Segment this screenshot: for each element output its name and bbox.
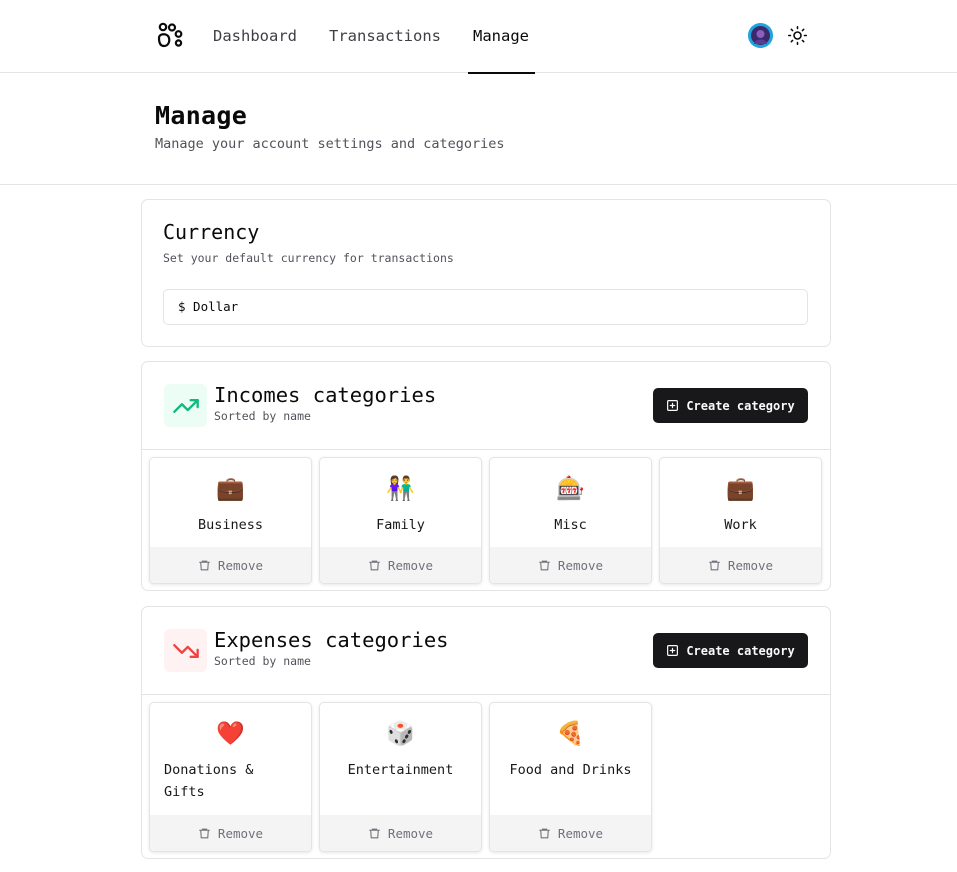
nav-manage[interactable]: Manage — [468, 0, 535, 74]
trash-icon — [369, 560, 380, 570]
expenses-header: Expenses categories Sorted by name Creat… — [142, 607, 830, 695]
page-subtitle: Manage your account settings and categor… — [155, 136, 505, 152]
avatar-image — [748, 23, 773, 48]
square-plus-icon — [667, 400, 679, 411]
expenses-subtitle: Sorted by name — [214, 654, 311, 668]
trash-icon — [539, 560, 550, 570]
sun-icon[interactable] — [787, 25, 808, 46]
remove-label: Remove — [557, 825, 604, 841]
create-category-label: Create category — [686, 643, 795, 658]
category-name: Donations & Gifts — [164, 762, 254, 800]
dice-icon: 🎲 — [386, 721, 415, 747]
category-tile-food: 🍕 Food and Drinks Remove — [489, 702, 652, 852]
currency-select[interactable]: $ Dollar — [163, 289, 808, 325]
category-tile-business: 💼 Business Remove — [149, 457, 312, 584]
top-nav: Dashboard Transactions Manage — [0, 0, 957, 74]
create-category-label: Create category — [686, 398, 795, 413]
paw-logo-icon[interactable] — [155, 21, 185, 51]
incomes-title: Incomes categories — [214, 383, 437, 407]
remove-label: Remove — [217, 825, 264, 841]
trash-icon — [199, 828, 210, 838]
category-tile-family: 👫 Family Remove — [319, 457, 482, 584]
family-icon: 👫 — [386, 476, 415, 502]
currency-title: Currency — [163, 220, 260, 244]
remove-category-button[interactable]: Remove — [490, 815, 651, 851]
incomes-icon-box — [164, 384, 207, 427]
heart-icon: ❤️ — [216, 721, 245, 747]
category-name: Business — [197, 517, 264, 533]
remove-category-button[interactable]: Remove — [320, 815, 481, 851]
remove-category-button[interactable]: Remove — [150, 547, 311, 583]
trending-up-icon — [172, 398, 199, 413]
briefcase-icon: 💼 — [216, 476, 245, 502]
remove-category-button[interactable]: Remove — [320, 547, 481, 583]
create-income-category-button[interactable]: Create category — [653, 388, 808, 423]
incomes-subtitle: Sorted by name — [214, 409, 311, 423]
trash-icon — [709, 560, 720, 570]
category-name: Entertainment — [347, 762, 454, 778]
trending-down-icon — [172, 643, 199, 658]
remove-label: Remove — [217, 557, 264, 573]
nav-transactions[interactable]: Transactions — [329, 0, 441, 73]
slot-machine-icon: 🎰 — [556, 476, 585, 502]
remove-category-button[interactable]: Remove — [150, 815, 311, 851]
remove-category-button[interactable]: Remove — [490, 547, 651, 583]
nav-dashboard[interactable]: Dashboard — [213, 0, 297, 73]
incomes-categories-card: Incomes categories Sorted by name Create… — [141, 361, 831, 591]
square-plus-icon — [667, 645, 679, 656]
category-tile-donations: ❤️ Donations & Gifts Remove — [149, 702, 312, 852]
category-name: Family — [376, 517, 425, 533]
expenses-title: Expenses categories — [214, 628, 449, 652]
category-tile-work: 💼 Work Remove — [659, 457, 822, 584]
create-expense-category-button[interactable]: Create category — [653, 633, 808, 668]
incomes-header: Incomes categories Sorted by name Create… — [142, 362, 830, 450]
trash-icon — [539, 828, 550, 838]
remove-label: Remove — [387, 557, 434, 573]
expenses-categories-card: Expenses categories Sorted by name Creat… — [141, 606, 831, 859]
category-tile-entertainment: 🎲 Entertainment Remove — [319, 702, 482, 852]
remove-label: Remove — [727, 557, 774, 573]
trash-icon — [369, 828, 380, 838]
category-tile-misc: 🎰 Misc Remove — [489, 457, 652, 584]
briefcase-icon: 💼 — [726, 476, 755, 502]
category-name: Food and Drinks — [509, 762, 632, 778]
user-avatar[interactable] — [748, 23, 773, 48]
currency-description: Set your default currency for transactio… — [163, 251, 454, 265]
trash-icon — [199, 560, 210, 570]
expenses-icon-box — [164, 629, 207, 672]
remove-label: Remove — [557, 557, 604, 573]
page-title: Manage — [155, 101, 248, 130]
page-header: Manage Manage your account settings and … — [0, 73, 957, 185]
remove-label: Remove — [387, 825, 434, 841]
category-name: Work — [724, 517, 757, 533]
currency-card: Currency Set your default currency for t… — [141, 199, 831, 347]
remove-category-button[interactable]: Remove — [660, 547, 821, 583]
category-name: Misc — [554, 517, 587, 533]
pizza-icon: 🍕 — [556, 721, 585, 747]
